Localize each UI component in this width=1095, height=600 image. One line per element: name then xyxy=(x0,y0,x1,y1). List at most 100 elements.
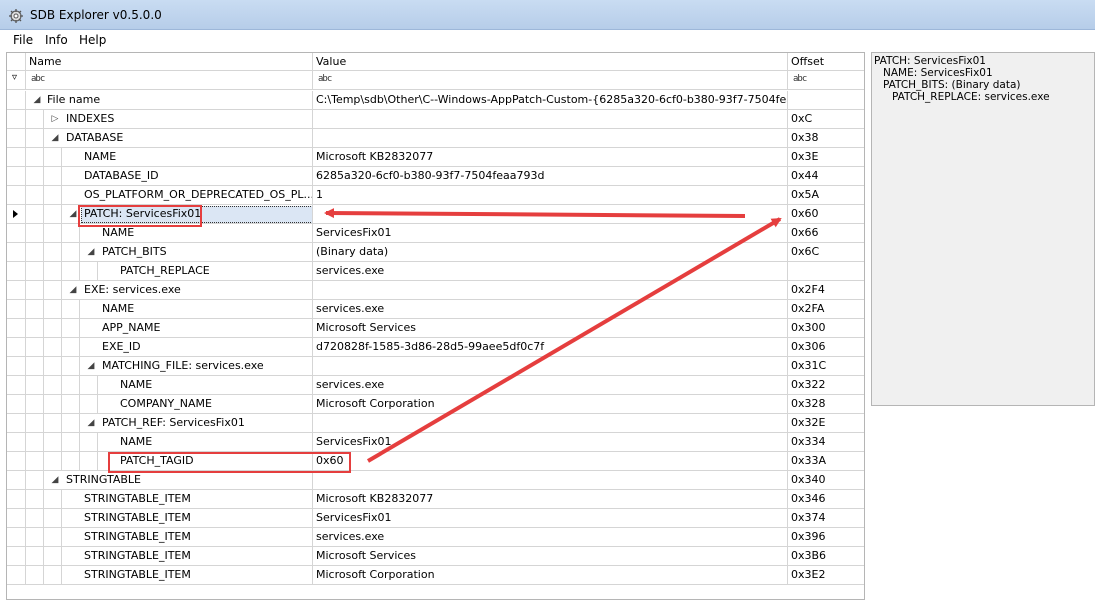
tree-row[interactable]: ◢ STRINGTABLE 0x340 xyxy=(7,471,864,490)
offset-cell[interactable]: 0x66 xyxy=(788,224,864,243)
tree-row[interactable]: PATCH_REPLACE services.exe xyxy=(7,262,864,281)
offset-cell[interactable]: 0x31C xyxy=(788,357,864,376)
offset-cell[interactable]: 0x60 xyxy=(788,205,864,224)
tree-row[interactable]: ▷ INDEXES 0xC xyxy=(7,110,864,129)
tree-row[interactable]: ◢ MATCHING_FILE: services.exe 0x31C xyxy=(7,357,864,376)
collapse-icon[interactable]: ◢ xyxy=(49,129,61,147)
name-cell[interactable]: ◢ File name xyxy=(7,91,313,110)
value-cell[interactable]: ServicesFix01 xyxy=(313,509,788,528)
collapse-icon[interactable]: ◢ xyxy=(31,91,43,109)
tree-row[interactable]: STRINGTABLE_ITEM Microsoft Corporation 0x3… xyxy=(7,566,864,585)
value-cell[interactable]: ServicesFix01 xyxy=(313,224,788,243)
tree-row[interactable]: STRINGTABLE_ITEM Microsoft Services 0x3B6 xyxy=(7,547,864,566)
name-cell[interactable]: ◢ PATCH_REF: ServicesFix01 xyxy=(7,414,313,433)
value-cell[interactable] xyxy=(313,110,788,129)
name-cell[interactable]: ◢ DATABASE xyxy=(7,129,313,148)
column-header-name[interactable]: Name xyxy=(26,53,313,71)
menu-help[interactable]: Help xyxy=(79,33,106,47)
name-cell[interactable]: OS_PLATFORM_OR_DEPRECATED_OS_PL... xyxy=(7,186,313,205)
offset-cell[interactable]: 0x334 xyxy=(788,433,864,452)
value-cell[interactable] xyxy=(313,205,788,224)
value-cell[interactable]: services.exe xyxy=(313,300,788,319)
value-cell[interactable]: Microsoft KB2832077 xyxy=(313,490,788,509)
offset-cell[interactable]: 0x322 xyxy=(788,376,864,395)
tree-row[interactable]: NAME Microsoft KB2832077 0x3E xyxy=(7,148,864,167)
tree-row[interactable]: STRINGTABLE_ITEM Microsoft KB2832077 0x346 xyxy=(7,490,864,509)
offset-cell[interactable]: 0x38 xyxy=(788,129,864,148)
offset-cell[interactable]: 0x5A xyxy=(788,186,864,205)
offset-cell[interactable]: 0x3E xyxy=(788,148,864,167)
tree-row[interactable]: NAME services.exe 0x322 xyxy=(7,376,864,395)
value-cell[interactable]: Microsoft Services xyxy=(313,319,788,338)
name-cell[interactable]: NAME xyxy=(7,376,313,395)
offset-cell[interactable] xyxy=(788,91,864,110)
tree-row[interactable]: EXE_ID d720828f-1585-3d86-28d5-99aee5df0c… xyxy=(7,338,864,357)
tree-row[interactable]: NAME ServicesFix01 0x334 xyxy=(7,433,864,452)
tree-row[interactable]: APP_NAME Microsoft Services 0x300 xyxy=(7,319,864,338)
name-cell[interactable]: NAME xyxy=(7,300,313,319)
value-cell[interactable]: 0x60 xyxy=(313,452,788,471)
offset-cell[interactable]: 0x33A xyxy=(788,452,864,471)
column-header-offset[interactable]: Offset xyxy=(788,53,864,71)
name-cell[interactable]: DATABASE_ID xyxy=(7,167,313,186)
value-cell[interactable] xyxy=(313,357,788,376)
expand-icon[interactable]: ▷ xyxy=(49,110,61,128)
name-cell[interactable]: STRINGTABLE_ITEM xyxy=(7,509,313,528)
name-cell[interactable]: STRINGTABLE_ITEM xyxy=(7,528,313,547)
name-cell[interactable]: STRINGTABLE_ITEM xyxy=(7,547,313,566)
tree-row[interactable]: OS_PLATFORM_OR_DEPRECATED_OS_PL... 1 0x5A xyxy=(7,186,864,205)
name-cell[interactable]: COMPANY_NAME xyxy=(7,395,313,414)
tree-row[interactable]: ◢ PATCH_REF: ServicesFix01 0x32E xyxy=(7,414,864,433)
offset-cell[interactable]: 0x2FA xyxy=(788,300,864,319)
name-cell[interactable]: ◢ MATCHING_FILE: services.exe xyxy=(7,357,313,376)
value-cell[interactable]: services.exe xyxy=(313,262,788,281)
value-cell[interactable]: (Binary data) xyxy=(313,243,788,262)
tree-row[interactable]: DATABASE_ID 6285a320-6cf0-b380-93f7-7504f… xyxy=(7,167,864,186)
collapse-icon[interactable]: ◢ xyxy=(85,243,97,261)
name-cell[interactable]: ▷ INDEXES xyxy=(7,110,313,129)
tree-row[interactable]: NAME services.exe 0x2FA xyxy=(7,300,864,319)
tree-grid[interactable]: Name Value Offset ▿ abc abc abc ◢ File na… xyxy=(6,52,865,600)
offset-cell[interactable]: 0x328 xyxy=(788,395,864,414)
value-cell[interactable] xyxy=(313,281,788,300)
value-cell[interactable]: 1 xyxy=(313,186,788,205)
filter-offset[interactable]: abc xyxy=(788,71,864,89)
value-cell[interactable]: Microsoft Corporation xyxy=(313,395,788,414)
value-cell[interactable]: Microsoft Services xyxy=(313,547,788,566)
value-cell[interactable]: ServicesFix01 xyxy=(313,433,788,452)
collapse-icon[interactable]: ◢ xyxy=(67,281,79,299)
offset-cell[interactable]: 0x346 xyxy=(788,490,864,509)
offset-cell[interactable]: 0x2F4 xyxy=(788,281,864,300)
tree-row[interactable]: STRINGTABLE_ITEM ServicesFix01 0x374 xyxy=(7,509,864,528)
name-cell[interactable]: NAME xyxy=(7,148,313,167)
offset-cell[interactable]: 0xC xyxy=(788,110,864,129)
collapse-icon[interactable]: ◢ xyxy=(85,357,97,375)
value-cell[interactable]: services.exe xyxy=(313,376,788,395)
offset-cell[interactable]: 0x3E2 xyxy=(788,566,864,585)
menu-file[interactable]: File xyxy=(13,33,33,47)
value-cell[interactable] xyxy=(313,471,788,490)
name-cell[interactable]: ◢ PATCH_BITS xyxy=(7,243,313,262)
tree-row[interactable]: ◢ DATABASE 0x38 xyxy=(7,129,864,148)
name-cell[interactable]: PATCH_REPLACE xyxy=(7,262,313,281)
value-cell[interactable]: Microsoft KB2832077 xyxy=(313,148,788,167)
offset-cell[interactable]: 0x32E xyxy=(788,414,864,433)
offset-cell[interactable]: 0x374 xyxy=(788,509,864,528)
value-cell[interactable]: d720828f-1585-3d86-28d5-99aee5df0c7f xyxy=(313,338,788,357)
filter-value[interactable]: abc xyxy=(313,71,788,89)
value-cell[interactable] xyxy=(313,129,788,148)
collapse-icon[interactable]: ◢ xyxy=(85,414,97,432)
menu-info[interactable]: Info xyxy=(45,33,68,47)
offset-cell[interactable]: 0x396 xyxy=(788,528,864,547)
offset-cell[interactable] xyxy=(788,262,864,281)
value-cell[interactable] xyxy=(313,414,788,433)
name-cell[interactable]: ◢ STRINGTABLE xyxy=(7,471,313,490)
name-cell[interactable]: NAME xyxy=(7,433,313,452)
value-cell[interactable]: C:\Temp\sdb\Other\C--Windows-AppPatch-Cu… xyxy=(313,91,788,110)
column-header-value[interactable]: Value xyxy=(313,53,788,71)
value-cell[interactable]: 6285a320-6cf0-b380-93f7-7504feaa793d xyxy=(313,167,788,186)
offset-cell[interactable]: 0x340 xyxy=(788,471,864,490)
offset-cell[interactable]: 0x306 xyxy=(788,338,864,357)
name-cell[interactable]: ◢ EXE: services.exe xyxy=(7,281,313,300)
value-cell[interactable]: Microsoft Corporation xyxy=(313,566,788,585)
